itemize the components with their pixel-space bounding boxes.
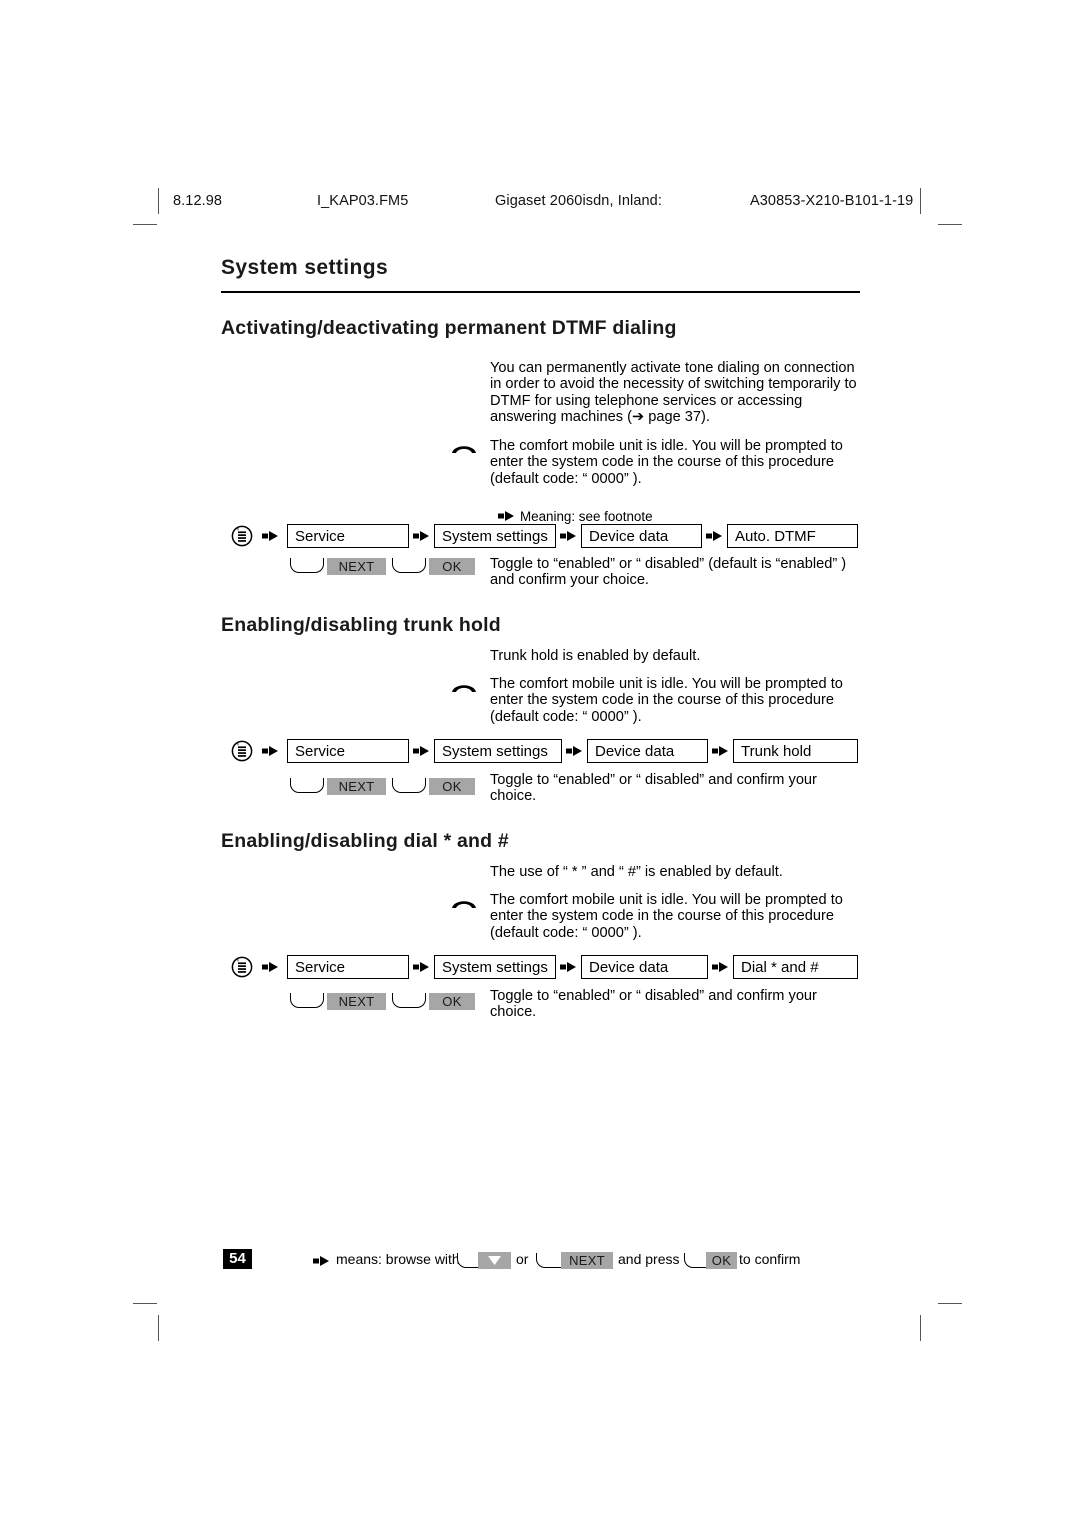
flow-arrow-icon xyxy=(498,510,515,522)
flow-arrow-icon xyxy=(706,530,723,542)
handset-icon xyxy=(451,441,477,455)
menu-list-circle-icon[interactable] xyxy=(231,740,253,762)
softkey-cap[interactable] xyxy=(392,993,426,1008)
crop-mark-bottom-left-horizontal xyxy=(133,1303,157,1304)
softkey-label-next[interactable]: NEXT xyxy=(327,993,386,1010)
flow-arrow-icon xyxy=(560,961,577,973)
section-intro-dial-star-hash: The use of “ * ” and “ #” is enabled by … xyxy=(490,864,783,880)
section-intro-trunk-hold: Trunk hold is enabled by default. xyxy=(490,648,701,664)
title-divider xyxy=(221,291,860,293)
crop-mark-top-left-vertical xyxy=(158,188,159,214)
section-action-dtmf: Toggle to “enabled” or “ disabled” (defa… xyxy=(490,556,847,589)
section-note-trunk-hold: The comfort mobile unit is idle. You wil… xyxy=(490,676,843,725)
flow-arrow-icon xyxy=(313,1255,330,1267)
flow-step-box[interactable]: System settings xyxy=(434,955,556,979)
section-action-dial-star-hash: Toggle to “enabled” or “ disabled” and c… xyxy=(490,988,817,1021)
softkey-cap[interactable] xyxy=(290,558,324,573)
section-intro-dtmf: You can permanently activate tone dialin… xyxy=(490,360,857,426)
flow-step-box[interactable]: Service xyxy=(287,524,409,548)
softkey-label-ok[interactable]: OK xyxy=(429,778,475,795)
softkey-label-ok[interactable]: OK xyxy=(429,993,475,1010)
header-date: 8.12.98 xyxy=(173,193,223,209)
down-arrow-icon[interactable] xyxy=(478,1252,511,1269)
softkey-cap[interactable] xyxy=(392,778,426,793)
meaning-footnote-label: Meaning: see footnote xyxy=(520,509,653,524)
softkey-cap[interactable] xyxy=(290,993,324,1008)
crop-mark-top-left-horizontal xyxy=(133,224,157,225)
flow-step-box[interactable]: Trunk hold xyxy=(733,739,858,763)
flow-arrow-icon xyxy=(712,745,729,757)
section-action-trunk-hold: Toggle to “enabled” or “ disabled” and c… xyxy=(490,772,817,805)
page-number: 54 xyxy=(223,1249,252,1269)
running-header: 8.12.98 I_KAP03.FM5 Gigaset 2060isdn, In… xyxy=(160,193,920,215)
handset-icon xyxy=(451,680,477,694)
flow-step-box[interactable]: Device data xyxy=(587,739,708,763)
crop-mark-top-right-horizontal xyxy=(938,224,962,225)
flow-step-box[interactable]: System settings xyxy=(434,739,562,763)
section-heading-dial-star-hash: Enabling/disabling dial * and # xyxy=(221,830,509,852)
crop-mark-bottom-left-vertical xyxy=(158,1315,159,1341)
flow-step-box[interactable]: Device data xyxy=(581,955,708,979)
softkey-label-ok[interactable]: OK xyxy=(429,558,475,575)
softkey-label-next[interactable]: NEXT xyxy=(327,558,386,575)
flow-arrow-icon xyxy=(413,745,430,757)
section-note-dtmf: The comfort mobile unit is idle. You wil… xyxy=(490,438,843,487)
flow-step-box[interactable]: Dial * and # xyxy=(733,955,858,979)
footer-means-label: means: browse with xyxy=(336,1251,460,1267)
menu-list-circle-icon[interactable] xyxy=(231,525,253,547)
softkey-label-next[interactable]: NEXT xyxy=(327,778,386,795)
flow-arrow-icon xyxy=(560,530,577,542)
flow-arrow-icon xyxy=(262,530,279,542)
footer-and-press-label: and press xyxy=(618,1251,680,1267)
footer-to-confirm-label: to confirm xyxy=(739,1251,801,1267)
flow-arrow-icon xyxy=(262,961,279,973)
flow-step-box[interactable]: Device data xyxy=(581,524,702,548)
crop-mark-bottom-right-horizontal xyxy=(938,1303,962,1304)
flow-arrow-icon xyxy=(262,745,279,757)
flow-arrow-icon xyxy=(566,745,583,757)
handset-icon xyxy=(451,896,477,910)
section-heading-trunk-hold: Enabling/disabling trunk hold xyxy=(221,614,501,636)
header-filename: I_KAP03.FM5 xyxy=(317,193,409,209)
footer-or-label: or xyxy=(516,1251,529,1267)
section-note-dial-star-hash: The comfort mobile unit is idle. You wil… xyxy=(490,892,843,941)
flow-arrow-icon xyxy=(413,961,430,973)
flow-step-box[interactable]: System settings xyxy=(434,524,556,548)
flow-step-box[interactable]: Auto. DTMF xyxy=(727,524,858,548)
flow-step-box[interactable]: Service xyxy=(287,955,409,979)
footer-ok-chip[interactable]: OK xyxy=(706,1252,737,1269)
header-product: Gigaset 2060isdn, Inland: xyxy=(495,193,662,209)
softkey-cap[interactable] xyxy=(392,558,426,573)
footer-next-chip[interactable]: NEXT xyxy=(561,1252,613,1269)
flow-step-box[interactable]: Service xyxy=(287,739,409,763)
page-title: System settings xyxy=(221,256,389,279)
crop-mark-bottom-right-vertical xyxy=(920,1315,921,1341)
flow-arrow-icon xyxy=(413,530,430,542)
section-heading-dtmf: Activating/deactivating permanent DTMF d… xyxy=(221,317,677,339)
softkey-cap[interactable] xyxy=(290,778,324,793)
header-doc-code: A30853-X210-B101-1-19 xyxy=(750,193,914,209)
crop-mark-top-right-vertical xyxy=(920,188,921,214)
menu-list-circle-icon[interactable] xyxy=(231,956,253,978)
flow-arrow-icon xyxy=(712,961,729,973)
